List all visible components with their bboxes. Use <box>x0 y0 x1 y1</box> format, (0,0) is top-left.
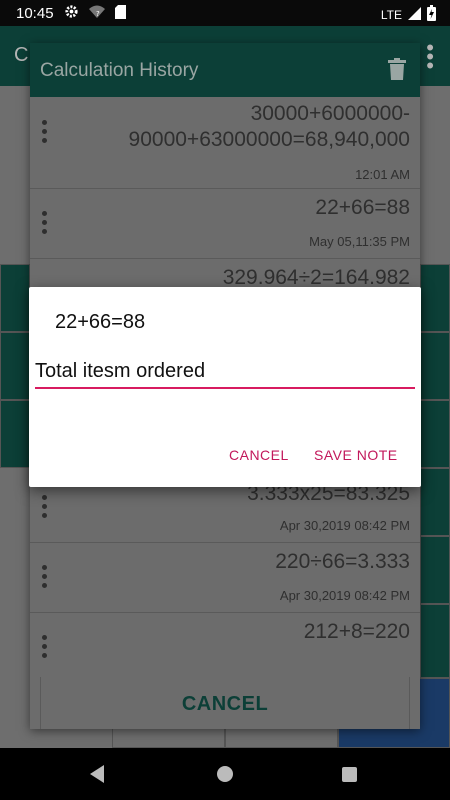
history-time: May 05,11:35 PM <box>309 234 410 249</box>
dialog-expression-title: 22+66=88 <box>55 311 146 333</box>
note-input[interactable] <box>35 357 415 389</box>
keypad-cell <box>420 400 450 468</box>
battery-icon <box>427 5 436 24</box>
keypad-cell <box>0 264 30 332</box>
network-type: LTE <box>380 7 402 22</box>
save-note-dialog: 22+66=88 CANCEL SAVE NOTE <box>29 287 421 487</box>
history-item[interactable]: 212+8=220 <box>30 613 420 677</box>
history-time: Apr 30,2019 08:42 PM <box>279 588 410 603</box>
signal-icon <box>408 6 421 23</box>
history-item[interactable]: 220÷66=3.333 Apr 30,2019 08:42 PM <box>30 543 420 613</box>
keypad-cell <box>0 332 30 400</box>
history-item[interactable]: 22+66=88 May 05,11:35 PM <box>30 189 420 259</box>
keypad-cell <box>420 332 450 400</box>
history-item[interactable]: 30000+6000000-90000+63000000=68,940,000 … <box>30 97 420 189</box>
more-vert-icon[interactable] <box>42 495 48 522</box>
history-expression: 220÷66=3.333 <box>275 550 410 573</box>
history-expression: 212+8=220 <box>303 620 410 643</box>
home-icon[interactable] <box>217 766 233 782</box>
app-title: C <box>14 44 29 66</box>
history-cancel-button[interactable]: CANCEL <box>30 693 420 716</box>
status-time: 10:45 <box>16 5 54 22</box>
trash-icon[interactable] <box>388 58 406 85</box>
back-icon[interactable] <box>90 765 104 783</box>
history-expression: 22+66=88 <box>315 196 410 219</box>
overflow-menu-icon[interactable]: • • • <box>426 36 434 76</box>
keypad-cell <box>420 468 450 536</box>
history-expression: 30000+6000000-90000+63000000=68,940,000 <box>128 102 410 151</box>
keypad-cell <box>420 604 450 678</box>
more-vert-icon[interactable] <box>42 211 48 238</box>
keypad-cell <box>420 264 450 332</box>
dialog-cancel-button[interactable]: CANCEL <box>229 447 289 463</box>
navigation-bar <box>0 748 450 800</box>
sd-card-icon <box>115 4 126 23</box>
history-time: Apr 30,2019 08:42 PM <box>279 518 410 533</box>
wifi-icon: ? <box>89 5 105 23</box>
save-note-button[interactable]: SAVE NOTE <box>314 447 398 463</box>
keypad-cell <box>0 400 30 468</box>
history-time: 12:01 AM <box>355 167 410 182</box>
history-header: Calculation History <box>30 43 420 97</box>
keypad-cell <box>420 536 450 604</box>
svg-text:?: ? <box>96 10 100 18</box>
more-vert-icon[interactable] <box>42 565 48 592</box>
more-vert-icon[interactable] <box>42 120 48 147</box>
recent-apps-icon[interactable] <box>342 767 357 782</box>
status-bar: 10:45 ? LTE <box>0 0 450 26</box>
history-title: Calculation History <box>40 60 199 81</box>
more-vert-icon[interactable] <box>42 635 48 662</box>
gear-icon <box>64 4 79 23</box>
